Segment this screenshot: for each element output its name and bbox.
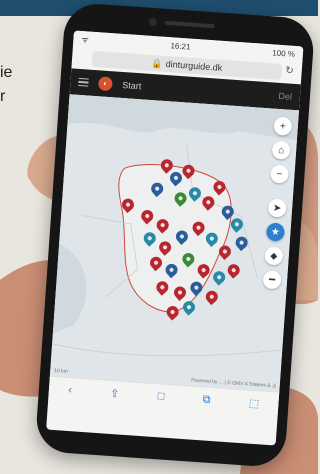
menu-icon[interactable]: [78, 77, 89, 87]
app-logo-icon: ◐: [97, 76, 113, 92]
share-icon[interactable]: ⇪: [110, 386, 120, 400]
lock-icon: 🔒: [151, 57, 164, 69]
signal-icon: ᯤ: [81, 34, 90, 44]
url-text: dinturguide.dk: [165, 58, 223, 73]
bookmarks-icon[interactable]: □: [157, 390, 164, 402]
back-icon[interactable]: ‹: [68, 384, 73, 396]
reload-icon[interactable]: ↻: [285, 65, 294, 77]
status-time: 16:21: [170, 40, 191, 52]
map-scale: 10 km: [54, 367, 69, 375]
phone-screen: ᯤ 16:21 100 % 🔒 dinturguide.dk ↻ ◐ Start…: [46, 30, 304, 446]
speaker: [164, 20, 215, 29]
battery-status: 100 %: [271, 47, 296, 59]
map-background: [49, 94, 299, 392]
tabs-icon[interactable]: ⧉: [202, 393, 211, 407]
app-title[interactable]: Start: [122, 80, 142, 91]
phone: ᯤ 16:21 100 % 🔒 dinturguide.dk ↻ ◐ Start…: [34, 1, 316, 469]
camera: [148, 17, 158, 27]
app-right-action[interactable]: Del: [278, 91, 292, 102]
map[interactable]: + ⌂ − ➤ ★ ⬥ ━ 10 km Powered by ... | © G…: [49, 94, 299, 392]
windows-icon[interactable]: ⬚: [248, 396, 259, 410]
